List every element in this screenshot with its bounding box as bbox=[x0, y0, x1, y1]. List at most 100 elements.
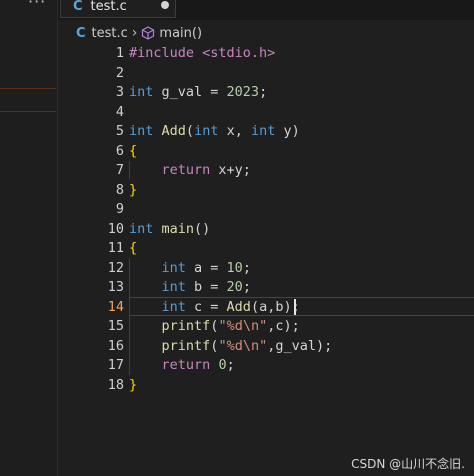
line-number: 15 bbox=[107, 318, 124, 334]
code-text: c = bbox=[185, 298, 227, 315]
code-text: ; bbox=[226, 357, 235, 373]
breadcrumb: C test.c › main() bbox=[76, 24, 202, 42]
code-line-15: printf("%d\n",c); bbox=[129, 317, 300, 336]
code-line-3: int g_val = 2023; bbox=[129, 83, 267, 102]
keyword: int bbox=[161, 259, 186, 276]
unsaved-dot-icon[interactable] bbox=[161, 1, 169, 9]
code-line-12: int a = 10; bbox=[129, 259, 251, 278]
code-line-7: return x+y; bbox=[129, 161, 251, 180]
line-number: 17 bbox=[107, 357, 124, 373]
code-line-1: #include <stdio.h> bbox=[129, 44, 275, 63]
side-panel: ··· bbox=[0, 0, 56, 476]
function-name: Add bbox=[161, 123, 186, 139]
keyword: int bbox=[129, 220, 154, 237]
function-name: printf bbox=[161, 337, 211, 354]
code-line-8: } bbox=[129, 181, 137, 200]
active-line-number: 14 bbox=[107, 298, 124, 315]
code-text: ,g_val); bbox=[267, 337, 333, 354]
code-line-16: printf("%d\n",g_val); bbox=[129, 337, 333, 356]
watermark: CSDN @山川不念旧. bbox=[351, 457, 465, 471]
line-number: 10 bbox=[107, 220, 124, 237]
keyword: int bbox=[129, 84, 154, 100]
line-number: 5 bbox=[115, 123, 124, 139]
code-text: ; bbox=[259, 84, 268, 100]
panel-divider bbox=[0, 88, 56, 89]
code-text: ; bbox=[242, 259, 251, 276]
line-number: 9 bbox=[115, 201, 124, 217]
breadcrumb-file[interactable]: test.c bbox=[92, 26, 128, 41]
c-language-icon: C bbox=[73, 0, 83, 14]
code-line-6: { bbox=[129, 142, 137, 161]
keyword: int bbox=[161, 279, 186, 295]
code-line-11: { bbox=[129, 239, 137, 258]
code-editor[interactable]: C test.c C test.c › main() 1 2 3 4 5 6 7… bbox=[57, 0, 474, 476]
function-name: printf bbox=[161, 318, 211, 334]
line-number: 8 bbox=[115, 181, 124, 198]
code-line-17: return 0; bbox=[129, 356, 235, 375]
tab-test-c[interactable]: C test.c bbox=[60, 0, 176, 18]
code-line-18: } bbox=[129, 376, 137, 395]
number-literal: 20 bbox=[226, 279, 243, 295]
c-language-icon: C bbox=[76, 25, 86, 41]
tab-bar: C test.c bbox=[58, 0, 474, 20]
code-text: (a,b) bbox=[250, 298, 292, 315]
line-number: 1 bbox=[115, 45, 124, 61]
code-text: ; bbox=[242, 279, 251, 295]
keyword: int bbox=[250, 123, 276, 139]
code-text: y bbox=[275, 123, 292, 139]
code-text: () bbox=[194, 220, 211, 237]
function-name: main bbox=[161, 220, 195, 237]
keyword: return bbox=[161, 162, 211, 178]
keyword: int bbox=[129, 123, 154, 139]
code-text: ( bbox=[185, 123, 195, 139]
line-number: 16 bbox=[107, 337, 124, 354]
keyword: return bbox=[161, 357, 211, 373]
include-directive: #include <stdio.h> bbox=[129, 45, 276, 61]
brace: } bbox=[129, 376, 138, 393]
code-text: ,c); bbox=[267, 318, 300, 334]
panel-divider bbox=[0, 111, 56, 112]
code-line-10: int main() bbox=[129, 220, 210, 239]
breadcrumb-symbol[interactable]: main() bbox=[159, 26, 202, 41]
code-line-14: int c = Add(a,b); bbox=[129, 298, 300, 317]
line-number: 2 bbox=[115, 64, 124, 81]
line-number: 12 bbox=[107, 259, 124, 276]
tab-label: test.c bbox=[90, 0, 127, 14]
more-actions-icon[interactable]: ··· bbox=[28, 0, 46, 11]
brace: } bbox=[129, 181, 138, 198]
keyword: int bbox=[161, 298, 186, 315]
keyword: int bbox=[194, 123, 219, 139]
code-line-13: int b = 20; bbox=[129, 278, 251, 297]
code-text: a = bbox=[185, 259, 227, 276]
string-literal: "%d\n" bbox=[218, 337, 268, 354]
method-cube-icon bbox=[141, 26, 155, 40]
code-text: b = bbox=[185, 279, 227, 295]
line-number: 3 bbox=[115, 84, 124, 100]
function-name: Add bbox=[226, 298, 251, 315]
code-text: x+y; bbox=[210, 162, 251, 178]
chevron-right-icon: › bbox=[131, 25, 138, 41]
code-area[interactable]: #include <stdio.h> int g_val = 2023; int… bbox=[129, 44, 474, 476]
line-number: 7 bbox=[115, 162, 124, 178]
number-literal: 0 bbox=[218, 357, 227, 373]
brace: { bbox=[129, 142, 138, 159]
code-text: g_val = bbox=[153, 84, 227, 100]
line-number: 18 bbox=[107, 376, 124, 393]
line-number: 6 bbox=[115, 142, 124, 159]
code-text: ; bbox=[291, 298, 300, 315]
string-literal: "%d\n" bbox=[218, 318, 268, 334]
number-literal: 10 bbox=[226, 259, 243, 276]
code-line-5: int Add(int x, int y) bbox=[129, 122, 300, 141]
code-text: x, bbox=[218, 123, 251, 139]
brace: { bbox=[129, 240, 138, 256]
number-literal: 2023 bbox=[226, 84, 260, 100]
